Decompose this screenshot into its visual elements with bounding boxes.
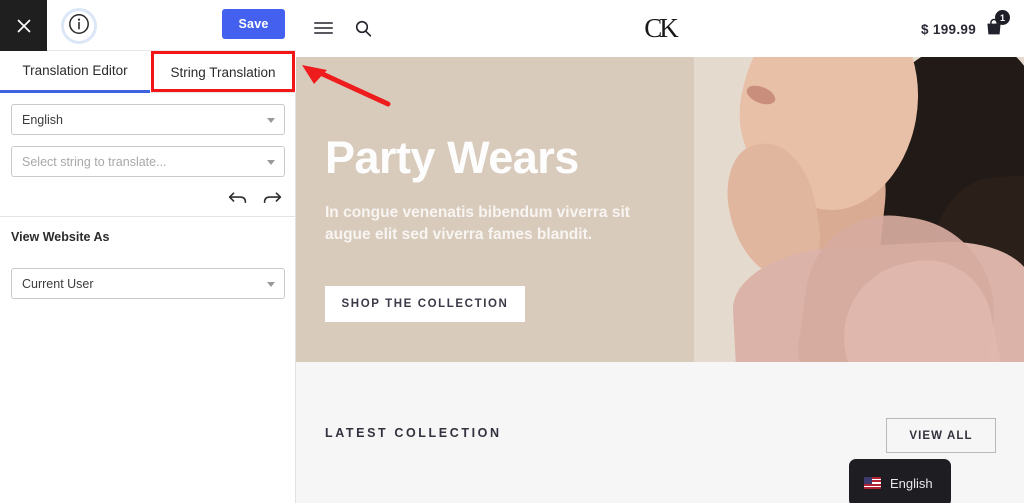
tab-translation-editor[interactable]: Translation Editor [0, 51, 150, 93]
save-button[interactable]: Save [222, 9, 285, 39]
undo-redo-toolbar [0, 185, 296, 216]
language-switcher[interactable]: English [849, 459, 951, 503]
translation-sidebar: Save Translation Editor String Translati… [0, 0, 296, 503]
sidebar-toolbar: Save [0, 0, 296, 51]
sidebar-tabs: Translation Editor String Translation [0, 51, 296, 93]
language-switcher-label: English [890, 475, 933, 491]
hero-model-photo [694, 57, 1024, 362]
view-website-as-select[interactable]: Current User [11, 268, 285, 299]
latest-collection-title: LATEST COLLECTION [325, 426, 502, 440]
site-header: CK $ 199.99 1 [296, 0, 1024, 57]
view-all-button[interactable]: VIEW ALL [886, 418, 996, 453]
hero-banner: Party Wears In congue venenatis bibendum… [296, 57, 1024, 362]
hero-title: Party Wears [325, 132, 579, 183]
undo-icon [228, 190, 247, 211]
info-icon [68, 13, 90, 40]
close-button[interactable] [0, 0, 47, 51]
cart-price: $ 199.99 [921, 22, 976, 37]
redo-icon [263, 190, 282, 211]
view-website-as-field-wrap: Current User [0, 257, 296, 299]
language-select-value: English [22, 112, 63, 127]
string-select-placeholder: Select string to translate... [22, 154, 167, 169]
brand-logo[interactable]: CK [296, 13, 1024, 44]
cart-count-badge: 1 [995, 10, 1010, 25]
view-website-as-value: Current User [22, 276, 94, 291]
undo-button[interactable] [228, 190, 247, 211]
language-select[interactable]: English [11, 104, 285, 135]
screenshot-root: Save Translation Editor String Translati… [0, 0, 1024, 503]
hero-subtitle: In congue venenatis bibendum viverra sit… [325, 204, 630, 244]
view-website-as-label: View Website As [11, 230, 110, 244]
hero-copy: Party Wears In congue venenatis bibendum… [325, 135, 725, 247]
sidebar-form: English Select string to translate... [0, 93, 296, 177]
website-preview: CK $ 199.99 1 Party Wears In congue vene… [296, 0, 1024, 503]
chevron-down-icon [267, 159, 275, 165]
sidebar-divider [0, 216, 296, 217]
info-button[interactable] [64, 11, 94, 41]
close-icon [16, 18, 32, 34]
string-select[interactable]: Select string to translate... [11, 146, 285, 177]
shop-the-collection-button[interactable]: SHOP THE COLLECTION [325, 286, 525, 322]
shopping-bag-icon [984, 18, 1004, 41]
us-flag-icon [864, 477, 881, 489]
chevron-down-icon [267, 281, 275, 287]
chevron-down-icon [267, 117, 275, 123]
cart-button[interactable]: $ 199.99 1 [921, 10, 1010, 42]
redo-button[interactable] [263, 190, 282, 211]
tab-string-translation[interactable]: String Translation [150, 51, 296, 93]
shopping-bag-icon-wrap: 1 [984, 10, 1010, 42]
